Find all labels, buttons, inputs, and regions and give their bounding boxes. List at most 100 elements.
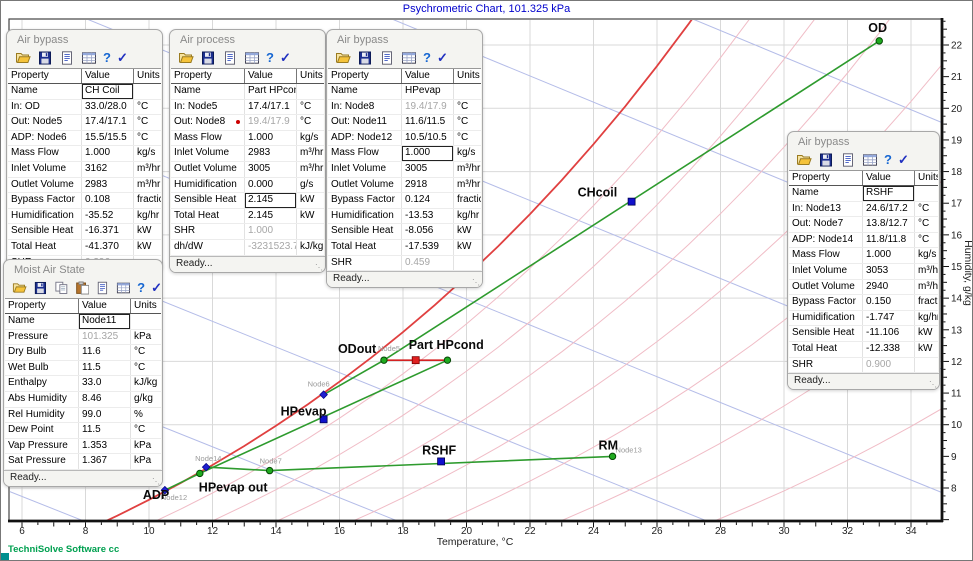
table-row[interactable]: Mass Flow 1.000 kg/s xyxy=(789,248,938,264)
table-row[interactable]: Outlet Volume 3005 m³/hr xyxy=(171,161,324,178)
table-row[interactable]: NamePart HPcond xyxy=(171,84,324,100)
table-row[interactable]: Enthalpy 33.0 kJ/kg xyxy=(5,376,161,392)
open-folder-icon[interactable] xyxy=(15,51,31,65)
table-row[interactable]: Mass Flow 1.000 kg/s xyxy=(8,146,161,162)
open-folder-icon[interactable] xyxy=(796,153,812,167)
table-icon[interactable] xyxy=(81,51,97,65)
panel-air-process-part-hpcond[interactable]: Air process? ✓ Property Value Units Name Part … xyxy=(169,29,326,273)
table-row[interactable]: dh/dW -3231523.7 kJ/kg xyxy=(171,239,324,256)
resize-grip-icon[interactable]: ⋱ xyxy=(152,477,160,486)
table-row[interactable]: Abs Humidity 8.46 g/kg xyxy=(5,391,161,408)
table-row[interactable]: Inlet Volume3053m³/hr xyxy=(789,263,938,280)
paste-icon[interactable] xyxy=(75,281,90,295)
table-row[interactable]: Vap Pressure 1.353 kPa xyxy=(5,438,161,455)
table-row[interactable]: Inlet Volume 2983 m³/hr xyxy=(171,146,324,162)
table-row[interactable]: Inlet Volume 3005 m³/hr xyxy=(328,161,481,178)
apply-check-icon[interactable]: ✓ xyxy=(117,51,128,65)
open-folder-icon[interactable] xyxy=(178,51,194,65)
apply-check-icon[interactable]: ✓ xyxy=(898,153,909,167)
table-row[interactable]: Sensible Heat -16.371 kW xyxy=(8,224,161,240)
table-row[interactable]: Humidification 0.000 g/s xyxy=(171,177,324,194)
save-icon[interactable] xyxy=(357,51,373,65)
table-row[interactable]: Total Heat -17.539 kW xyxy=(328,239,481,256)
table-row[interactable]: Out: Node8 19.4/17.9 °C xyxy=(171,115,324,131)
table-row[interactable]: SHR 0.459 xyxy=(328,255,481,272)
table-row[interactable]: Sensible Heat -8.056 kW xyxy=(328,224,481,240)
table-row[interactable]: Sat Pressure 1.367 kPa xyxy=(5,454,161,470)
help-icon[interactable]: ? xyxy=(423,51,431,65)
apply-check-icon[interactable]: ✓ xyxy=(280,51,291,65)
table-row[interactable]: Dew Point 11.5 °C xyxy=(5,423,161,439)
report-icon[interactable] xyxy=(222,51,238,65)
table-row[interactable]: ADP: Node14 11.8/11.8 °C xyxy=(789,232,938,249)
table-row[interactable]: In: Node8 19.4/17.9 °C xyxy=(328,99,481,116)
table-row[interactable]: Outlet Volume 2918 m³/hr xyxy=(328,177,481,194)
table-row[interactable]: Bypass Factor0.124fraction xyxy=(328,193,481,209)
table-row[interactable]: Outlet Volume2940m³/hr xyxy=(789,279,938,296)
table-row[interactable]: Total Heat -41.370 kW xyxy=(8,239,161,256)
table-row[interactable]: Sensible Heat 2.145 kW xyxy=(171,193,324,209)
panel-air-bypass-hpevap[interactable]: Air bypass? ✓ Property Value Units Name HPevap… xyxy=(326,29,483,289)
table-row[interactable]: Bypass Factor0.108fraction xyxy=(8,193,161,209)
save-icon[interactable] xyxy=(33,281,48,295)
apply-check-icon[interactable]: ✓ xyxy=(437,51,448,65)
table-row[interactable]: Name HPevap xyxy=(328,84,481,100)
table-row[interactable]: Humidification -35.52 kg/hr xyxy=(8,208,161,225)
help-icon[interactable]: ? xyxy=(884,153,892,167)
save-icon[interactable] xyxy=(37,51,53,65)
table-row[interactable]: Mass Flow 1.000 kg/s xyxy=(328,146,481,162)
table-row[interactable]: Name RSHF xyxy=(789,186,938,202)
report-icon[interactable] xyxy=(379,51,395,65)
table-row[interactable]: ADP: Node6 15.5/15.5 °C xyxy=(8,130,161,147)
table-row[interactable]: Dry Bulb 11.6 °C xyxy=(5,345,161,361)
resize-grip-icon[interactable]: ⋱ xyxy=(472,278,480,287)
table-row[interactable]: In: OD 33.0/28.0 °C xyxy=(8,99,161,116)
table-row[interactable]: Out: Node7 13.8/12.7 °C xyxy=(789,217,938,233)
resize-grip-icon[interactable]: ⋱ xyxy=(929,380,937,389)
table-row[interactable]: In: Node13 24.6/17.2 °C xyxy=(789,201,938,218)
help-icon[interactable]: ? xyxy=(103,51,111,65)
panel-air-bypass-rshf[interactable]: Air bypass?✓PropertyValueUnitsNameRSHFIn… xyxy=(787,131,940,391)
table-row[interactable]: Wet Bulb 11.5 °C xyxy=(5,360,161,377)
table-row[interactable]: Out: Node11 11.6/11.5 °C xyxy=(328,115,481,131)
svg-text:Node7: Node7 xyxy=(260,457,282,466)
table-row[interactable]: Inlet Volume 3162 m³/hr xyxy=(8,161,161,178)
panel-air-bypass-chcoil[interactable]: Air bypass? ✓ Property Value Units Name CH Coi… xyxy=(6,29,163,273)
table-row[interactable]: SHR 0.900 xyxy=(789,357,938,374)
table-row[interactable]: Name CH Coil xyxy=(8,84,161,100)
table-icon[interactable] xyxy=(244,51,260,65)
table-row[interactable]: Total Heat -12.338 kW xyxy=(789,341,938,358)
chart-title: Psychrometric Chart, 101.325 kPa xyxy=(402,3,571,15)
table-row[interactable]: Sensible Heat -11.106 kW xyxy=(789,326,938,342)
save-icon[interactable] xyxy=(818,153,834,167)
table-row[interactable]: Humidification -13.53 kg/hr xyxy=(328,208,481,225)
report-icon[interactable] xyxy=(95,281,110,295)
resize-grip-icon[interactable]: ⋱ xyxy=(315,263,323,272)
copy-icon[interactable] xyxy=(54,281,69,295)
table-row[interactable]: Total Heat 2.145 kW xyxy=(171,208,324,225)
table-row[interactable]: Humidification-1.747kg/hr xyxy=(789,310,938,327)
table-row[interactable]: Bypass Factor0.150fraction xyxy=(789,295,938,311)
table-icon[interactable] xyxy=(401,51,417,65)
table-row[interactable]: SHR 1.000 xyxy=(171,224,324,240)
table-icon[interactable] xyxy=(862,153,878,167)
save-icon[interactable] xyxy=(200,51,216,65)
panel-moist-air-state[interactable]: Moist Air State? ✓ Property Value Units Name N… xyxy=(3,259,163,487)
open-folder-icon[interactable] xyxy=(335,51,351,65)
help-icon[interactable]: ? xyxy=(137,281,145,295)
table-row[interactable]: Out: Node5 17.4/17.1 °C xyxy=(8,115,161,131)
table-row[interactable]: In: Node5 17.4/17.1 °C xyxy=(171,99,324,116)
help-icon[interactable]: ? xyxy=(266,51,274,65)
svg-text:Part HPcond: Part HPcond xyxy=(409,338,484,352)
table-icon[interactable] xyxy=(116,281,131,295)
table-row[interactable]: Mass Flow 1.000 kg/s xyxy=(171,130,324,147)
open-folder-icon[interactable] xyxy=(12,281,27,295)
table-row[interactable]: Rel Humidity 99.0% xyxy=(5,407,161,424)
report-icon[interactable] xyxy=(59,51,75,65)
table-row[interactable]: Pressure 101.325 kPa xyxy=(5,329,161,346)
table-row[interactable]: Name Node11 xyxy=(5,314,161,330)
table-row[interactable]: Outlet Volume 2983 m³/hr xyxy=(8,177,161,194)
apply-check-icon[interactable]: ✓ xyxy=(151,281,162,295)
report-icon[interactable] xyxy=(840,153,856,167)
table-row[interactable]: ADP: Node12 10.5/10.5 °C xyxy=(328,130,481,147)
